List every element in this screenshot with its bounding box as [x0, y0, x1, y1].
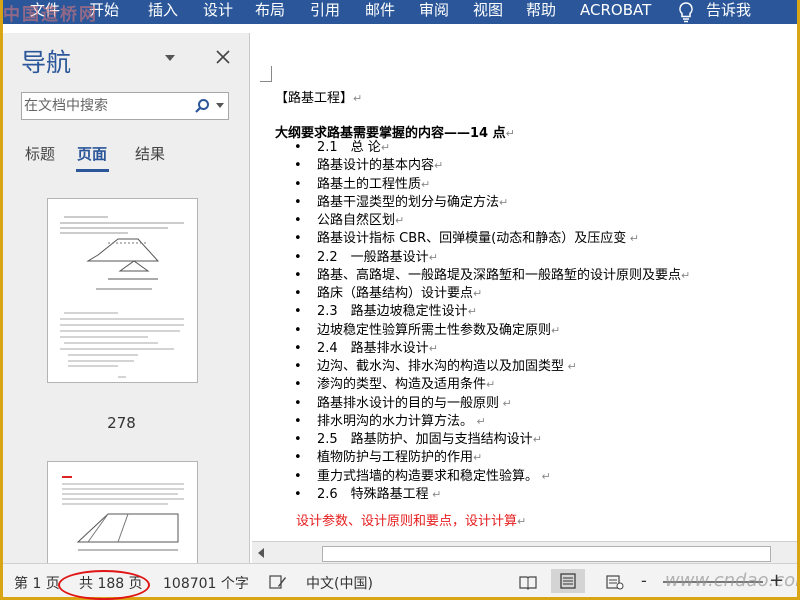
list-item: 2.6 特殊路基工程 ↵	[292, 486, 792, 504]
list-item: 渗沟的类型、构造及适用条件↵	[292, 376, 792, 394]
lightbulb-icon[interactable]	[675, 1, 697, 23]
ribbon-tab-bar: 文件 开始 插入 设计 布局 引用 邮件 审阅 视图 帮助 ACROBAT 告诉…	[3, 0, 797, 25]
tab-acrobat[interactable]: ACROBAT	[580, 0, 651, 22]
print-layout-icon	[560, 573, 576, 589]
list-item: 2.3 路基边坡稳定性设计↵	[292, 303, 792, 321]
tab-mailings[interactable]: 邮件	[365, 0, 395, 22]
margin-corner-mark	[271, 66, 272, 81]
language-indicator[interactable]: 中文(中国)	[306, 573, 373, 593]
search-input[interactable]	[24, 95, 186, 117]
list-item: 路基干湿类型的划分与确定方法↵	[292, 194, 792, 212]
list-item: 2.1 总 论↵	[292, 139, 792, 157]
tab-help[interactable]: 帮助	[526, 0, 556, 22]
list-item: 重力式挡墙的构造要求和稳定性验算。 ↵	[292, 468, 792, 486]
page-indicator[interactable]: 第 1 页	[14, 573, 60, 593]
active-tab-indicator	[76, 169, 109, 172]
list-item: 路床（路基结构）设计要点↵	[292, 285, 792, 303]
list-item: 2.5 路基防护、加固与支挡结构设计↵	[292, 431, 792, 449]
zoom-in-button[interactable]: +	[769, 570, 784, 591]
document-page[interactable]: 【路基工程】↵ 大纲要求路基需要掌握的内容——14 点↵ 2.1 总 论↵ 路基…	[252, 33, 797, 541]
scrollbar-thumb[interactable]	[322, 546, 771, 562]
list-item: 路基设计的基本内容↵	[292, 157, 792, 175]
tell-me-label[interactable]: 告诉我	[706, 0, 751, 22]
navigation-pane: 导航 标题 页面 结果	[3, 33, 250, 597]
page-thumbnail[interactable]	[47, 198, 198, 383]
tab-results[interactable]: 结果	[135, 143, 165, 164]
list-item: 路基、高路堤、一般路堤及深路堑和一般路堑的设计原则及要点↵	[292, 267, 792, 285]
search-icon[interactable]	[194, 98, 210, 114]
chevron-down-icon[interactable]	[216, 103, 224, 109]
proofing-icon[interactable]	[269, 574, 287, 590]
zoom-out-button[interactable]: -	[641, 571, 647, 590]
list-item: 排水明沟的水力计算方法。 ↵	[292, 413, 792, 431]
horizontal-scrollbar[interactable]	[252, 541, 797, 564]
tab-pages[interactable]: 页面	[77, 143, 107, 164]
print-layout-button[interactable]	[551, 569, 585, 593]
scroll-left-arrow-icon[interactable]	[256, 547, 266, 559]
tab-insert[interactable]: 插入	[148, 0, 178, 22]
outline-list: 2.1 总 论↵ 路基设计的基本内容↵ 路基土的工程性质↵ 路基干湿类型的划分与…	[292, 139, 792, 504]
list-item: 路基设计指标 CBR、回弹模量(动态和静态）及压应变 ↵	[292, 230, 792, 248]
web-layout-icon[interactable]	[606, 574, 624, 590]
read-mode-icon[interactable]	[519, 574, 537, 590]
list-item: 公路自然区划↵	[292, 212, 792, 230]
thumbnail-preview-image	[60, 216, 184, 378]
highlighted-red-text: 设计参数、设计原则和要点，设计计算↵	[296, 514, 527, 529]
margin-corner-mark	[260, 81, 272, 82]
watermark-logo: 中国造桥网	[3, 5, 98, 25]
page-thumbnail-label: 278	[107, 414, 136, 432]
tab-review[interactable]: 审阅	[419, 0, 449, 22]
tab-layout[interactable]: 布局	[255, 0, 285, 22]
word-window: 文件 开始 插入 设计 布局 引用 邮件 审阅 视图 帮助 ACROBAT 告诉…	[3, 0, 797, 597]
list-item: 2.4 路基排水设计↵	[292, 340, 792, 358]
tab-view[interactable]: 视图	[473, 0, 503, 22]
list-item: 边沟、截水沟、排水沟的构造以及加固类型 ↵	[292, 358, 792, 376]
tab-design[interactable]: 设计	[203, 0, 233, 22]
list-item: 植物防护与工程防护的作用↵	[292, 449, 792, 467]
list-item: 路基排水设计的目的与一般原则 ↵	[292, 395, 792, 413]
annotation-circle	[58, 570, 150, 600]
caret-down-icon[interactable]	[163, 51, 177, 65]
document-heading: 【路基工程】↵	[275, 91, 363, 106]
list-item: 路基土的工程性质↵	[292, 176, 792, 194]
tab-headings[interactable]: 标题	[25, 143, 55, 164]
word-count[interactable]: 108701 个字	[163, 573, 249, 593]
close-icon[interactable]	[215, 49, 231, 65]
tab-references[interactable]: 引用	[310, 0, 340, 22]
list-item: 边坡稳定性验算所需土性参数及确定原则↵	[292, 322, 792, 340]
nav-title: 导航	[21, 48, 72, 77]
list-item: 2.2 一般路基设计↵	[292, 249, 792, 267]
search-box	[21, 92, 229, 120]
